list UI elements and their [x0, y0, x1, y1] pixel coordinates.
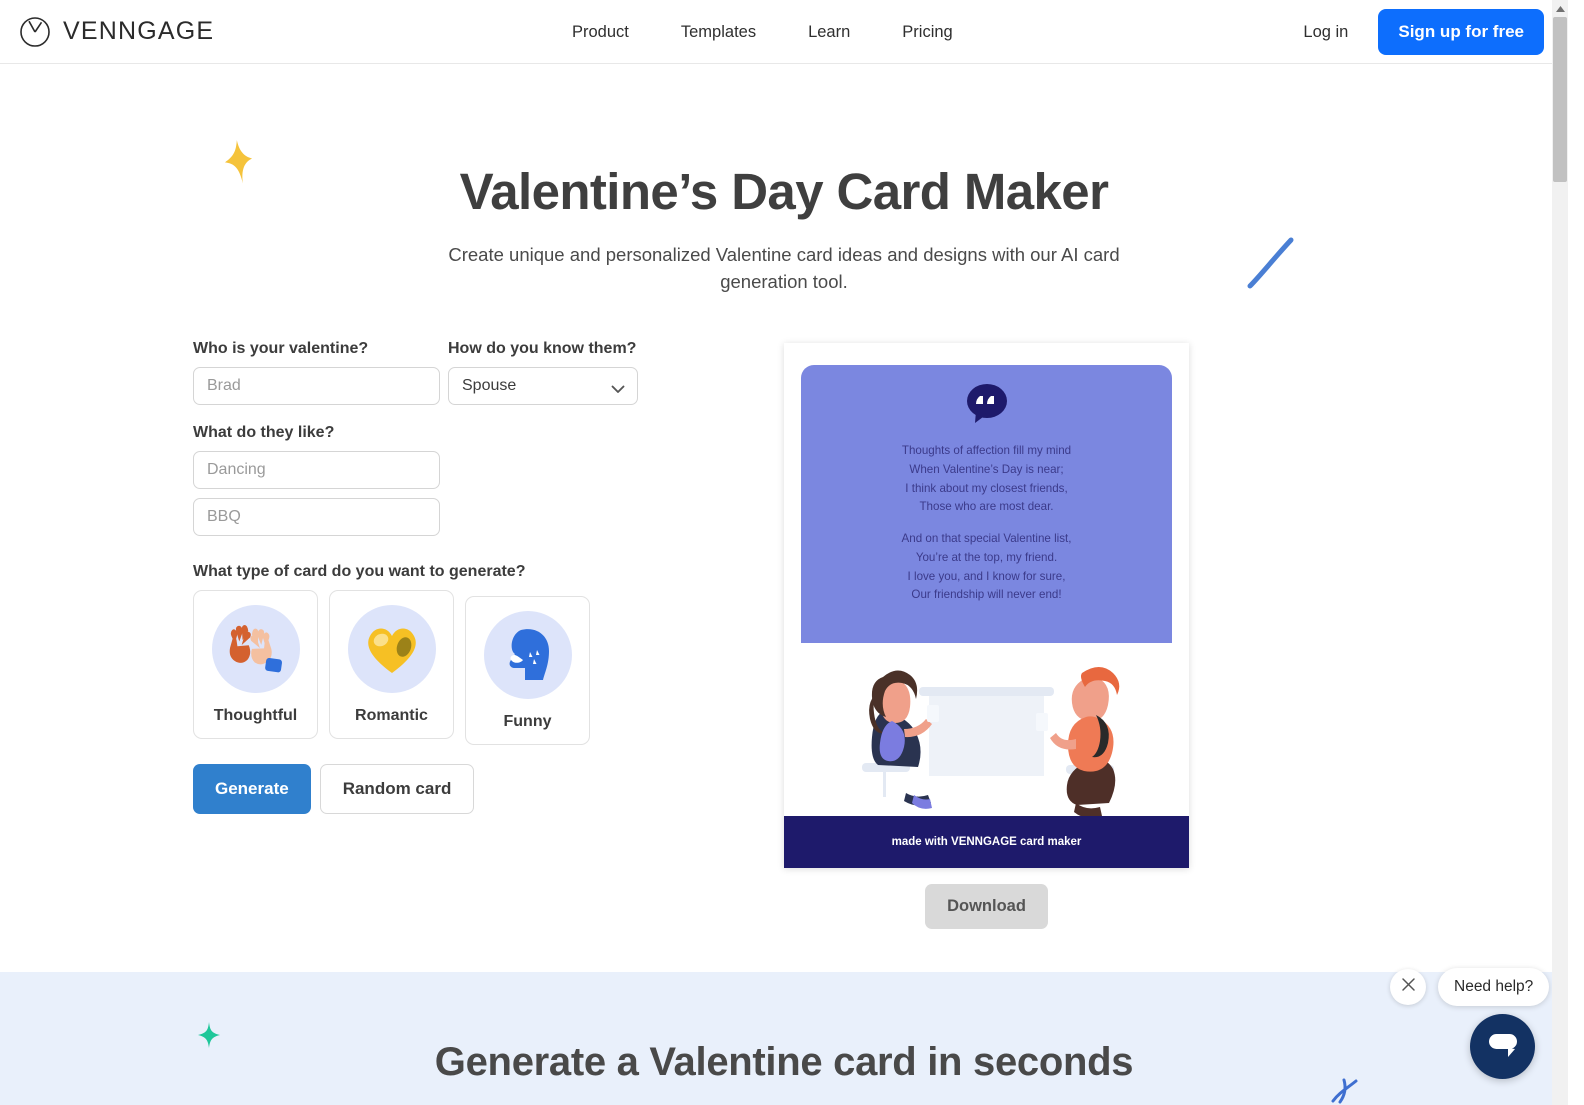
swoosh-blue-icon: [1244, 234, 1304, 299]
valentine-field-group: Who is your valentine?: [193, 340, 440, 405]
poem-line-1: Thoughts of affection fill my mind: [901, 444, 1072, 457]
download-row: Download: [784, 884, 1189, 929]
nav-item-product[interactable]: Product: [546, 23, 655, 42]
speaking-head-icon: [483, 611, 572, 699]
chat-bubble-icon: [1486, 1029, 1520, 1064]
sparkle-green-icon: [196, 1020, 222, 1055]
signup-button[interactable]: Sign up for free: [1378, 9, 1544, 55]
clapping-hands-icon: [211, 605, 300, 693]
card-type-options: Thoughtful Romantic Funny: [193, 590, 653, 745]
page-root: VENNGAGE Product Templates Learn Pricing…: [0, 0, 1568, 1105]
main-nav: Product Templates Learn Pricing: [546, 0, 979, 64]
like-input-1[interactable]: [193, 451, 440, 489]
random-card-button[interactable]: Random card: [319, 764, 475, 814]
site-header: VENNGAGE Product Templates Learn Pricing…: [0, 0, 1568, 64]
poem-line-4: Those who are most dear.: [919, 500, 1054, 514]
card-type-label: What type of card do you want to generat…: [193, 563, 526, 580]
page-scrollbar[interactable]: [1552, 0, 1568, 1105]
scrollbar-thumb[interactable]: [1553, 17, 1567, 182]
card-type-funny[interactable]: Funny: [465, 596, 590, 745]
relationship-select[interactable]: Spouse: [448, 367, 638, 405]
card-footer-text: made with VENNGAGE card maker: [891, 836, 1082, 848]
valentine-input[interactable]: [193, 367, 440, 405]
nav-item-templates[interactable]: Templates: [655, 23, 782, 42]
chat-launcher-button[interactable]: [1470, 1014, 1535, 1079]
yellow-heart-icon: [347, 605, 436, 693]
poem-line-3: I think about my closest friends,: [905, 481, 1068, 495]
hero-section: Valentine’s Day Card Maker Create unique…: [0, 64, 1568, 296]
brand-logo[interactable]: VENNGAGE: [18, 15, 214, 49]
venngage-circle-logo-icon: [18, 15, 52, 49]
poem-stanza-gap: [801, 517, 1172, 530]
card-purple-panel: Thoughts of affection fill my mind When …: [801, 365, 1172, 670]
close-icon: [1401, 977, 1416, 997]
login-link[interactable]: Log in: [1303, 23, 1348, 42]
card-type-romantic[interactable]: Romantic: [329, 590, 454, 739]
generate-button[interactable]: Generate: [193, 764, 311, 814]
poem-line-2: When Valentine’s Day is near;: [909, 462, 1064, 476]
header-actions: Log in Sign up for free: [1303, 0, 1544, 64]
like-input-2[interactable]: [193, 498, 440, 536]
chat-tooltip[interactable]: Need help?: [1438, 968, 1550, 1006]
scrollbar-up-arrow-icon[interactable]: [1552, 0, 1568, 17]
form-actions: Generate Random card: [193, 764, 653, 814]
likes-label: What do they like?: [193, 424, 335, 441]
relationship-label: How do you know them?: [448, 340, 637, 357]
card-footer: made with VENNGAGE card maker: [784, 816, 1189, 868]
poem-line-7: I love you, and I know for sure,: [907, 569, 1066, 583]
card-preview-column: Thoughts of affection fill my mind When …: [784, 343, 1189, 929]
card-preview: Thoughts of affection fill my mind When …: [784, 343, 1189, 868]
form-row-top: Who is your valentine? How do you know t…: [193, 340, 653, 405]
sparkle-yellow-icon: [216, 134, 260, 201]
card-type-label-romantic: Romantic: [355, 707, 428, 724]
valentine-label: Who is your valentine?: [193, 340, 369, 357]
relationship-select-wrap: Spouse: [448, 367, 638, 405]
poem-line-5: And on that special Valentine list,: [901, 532, 1072, 546]
card-form: Who is your valentine? How do you know t…: [193, 340, 653, 814]
two-people-at-table-illustration: [784, 643, 1189, 828]
card-type-thoughtful[interactable]: Thoughtful: [193, 590, 318, 739]
download-button[interactable]: Download: [925, 884, 1048, 929]
poem-line-8: Our friendship will never end!: [911, 588, 1062, 602]
card-type-label-thoughtful: Thoughtful: [213, 707, 298, 724]
card-type-label-funny: Funny: [503, 713, 552, 730]
nav-item-pricing[interactable]: Pricing: [876, 23, 978, 42]
poem-line-6: You’re at the top, my friend.: [915, 550, 1058, 564]
squiggle-decor-icon: [1330, 1077, 1360, 1105]
card-poem: Thoughts of affection fill my mind When …: [801, 442, 1172, 605]
chat-close-button[interactable]: [1390, 969, 1426, 1005]
bottom-band: Generate a Valentine card in seconds: [0, 972, 1568, 1105]
brand-name: VENNGAGE: [63, 17, 215, 45]
page-subtitle: Create unique and personalized Valentine…: [448, 244, 1120, 293]
relationship-field-group: How do you know them? Spouse: [448, 340, 638, 405]
nav-item-learn[interactable]: Learn: [782, 23, 876, 42]
quote-speech-bubble-icon: [963, 381, 1011, 434]
